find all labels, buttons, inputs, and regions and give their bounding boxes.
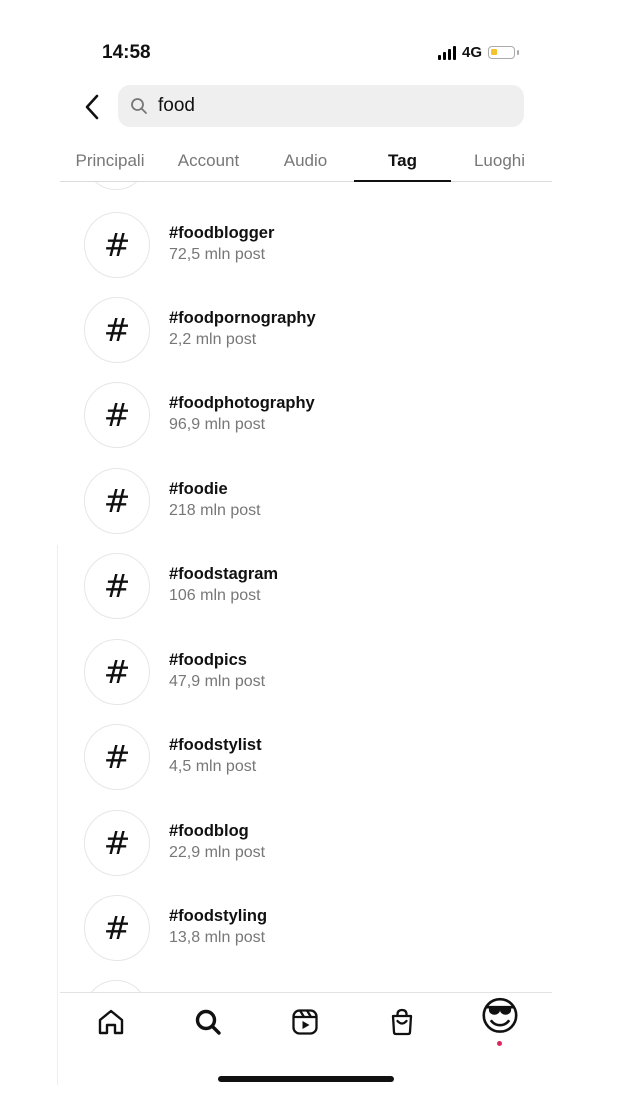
hashtag-icon: #	[84, 212, 150, 278]
result-tabs: Principali Account Audio Tag Luoghi	[60, 140, 552, 182]
search-bar[interactable]	[118, 85, 524, 127]
search-input[interactable]	[156, 94, 500, 118]
hashtag-row[interactable]: # #foodblog 22,9 mln post	[84, 810, 544, 876]
home-tab[interactable]	[95, 1005, 127, 1039]
network-type: 4G	[462, 44, 483, 61]
back-button[interactable]	[78, 90, 106, 124]
hashtag-name: #foodblog	[169, 822, 249, 840]
hashtag-icon: #	[84, 297, 150, 363]
search-tab[interactable]	[192, 1005, 224, 1039]
reels-tab[interactable]	[289, 1005, 321, 1039]
battery-icon	[488, 46, 520, 59]
hashtag-row[interactable]: # #foodstyling 13,8 mln post	[84, 895, 544, 961]
hashtag-post-count: 4,5 mln post	[169, 758, 257, 775]
hashtag-post-count: 72,5 mln post	[169, 246, 266, 263]
hashtag-post-count: 22,9 mln post	[169, 844, 266, 861]
hashtag-icon-partial	[84, 980, 148, 992]
hashtag-name: #foodstylist	[169, 736, 262, 754]
tab-principali[interactable]: Principali	[60, 140, 160, 182]
battery-level	[491, 49, 498, 55]
hashtag-name: #foodpics	[169, 651, 247, 669]
status-indicators: 4G	[438, 44, 520, 61]
hashtag-name: #foodstyling	[169, 907, 268, 925]
tab-audio[interactable]: Audio	[257, 140, 354, 182]
notification-dot	[497, 1041, 502, 1046]
search-icon	[130, 97, 148, 115]
hashtag-icon-partial	[84, 182, 148, 190]
hashtag-name: #foodstagram	[169, 565, 279, 583]
hashtag-icon: #	[84, 468, 150, 534]
tab-account[interactable]: Account	[160, 140, 257, 182]
signal-icon	[438, 45, 456, 60]
tab-tag[interactable]: Tag	[354, 140, 451, 182]
tab-luoghi[interactable]: Luoghi	[451, 140, 548, 182]
hashtag-name: #foodpornography	[169, 309, 316, 327]
hashtag-icon: #	[84, 382, 150, 448]
hashtag-post-count: 96,9 mln post	[169, 416, 266, 433]
hashtag-post-count: 47,9 mln post	[169, 673, 266, 690]
hashtag-icon: #	[84, 895, 150, 961]
search-icon	[195, 1009, 221, 1035]
hashtag-icon: #	[84, 810, 150, 876]
hashtag-name: #foodphotography	[169, 394, 315, 412]
hashtag-list: # #foodblogger 72,5 mln post # #foodporn…	[0, 182, 620, 992]
hashtag-row[interactable]: # #foodblogger 72,5 mln post	[84, 212, 544, 278]
home-indicator[interactable]	[218, 1076, 394, 1082]
shop-tab[interactable]	[386, 1005, 418, 1039]
shop-icon	[391, 1008, 413, 1036]
hashtag-name: #foodblogger	[169, 224, 275, 242]
hashtag-icon: #	[84, 724, 150, 790]
profile-tab[interactable]: 😎	[476, 993, 524, 1041]
hashtag-post-count: 2,2 mln post	[169, 331, 257, 348]
reels-icon	[292, 1009, 318, 1035]
hashtag-row[interactable]: # #foodphotography 96,9 mln post	[84, 382, 544, 448]
hashtag-icon: #	[84, 639, 150, 705]
chevron-left-icon	[85, 94, 99, 120]
hashtag-post-count: 218 mln post	[169, 502, 261, 519]
hashtag-name: #foodie	[169, 480, 228, 498]
hashtag-post-count: 106 mln post	[169, 587, 261, 604]
profile-avatar: 😎	[479, 994, 521, 1040]
hashtag-row[interactable]: # #foodie 218 mln post	[84, 468, 544, 534]
hashtag-row[interactable]: # #foodpornography 2,2 mln post	[84, 297, 544, 363]
hashtag-icon: #	[84, 553, 150, 619]
home-icon	[98, 1009, 124, 1035]
hashtag-post-count: 13,8 mln post	[169, 929, 266, 946]
hashtag-row[interactable]: # #foodstagram 106 mln post	[84, 553, 544, 619]
status-time: 14:58	[102, 42, 151, 63]
hashtag-row[interactable]: # #foodpics 47,9 mln post	[84, 639, 544, 705]
hashtag-row[interactable]: # #foodstylist 4,5 mln post	[84, 724, 544, 790]
